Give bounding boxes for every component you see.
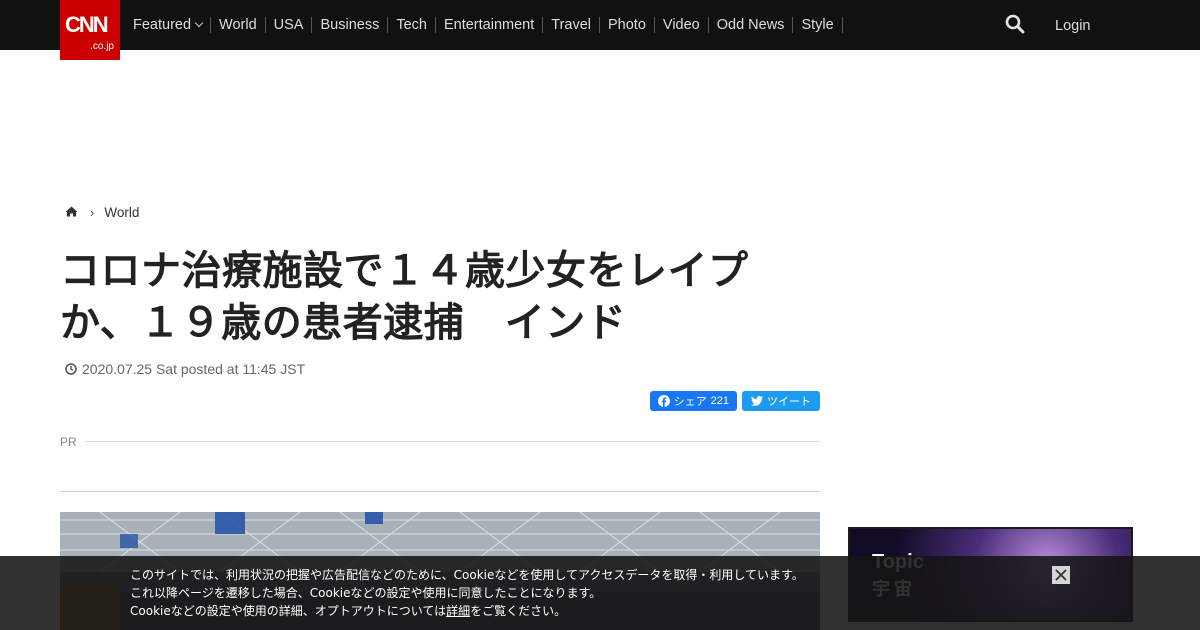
cookie-line-3: Cookieなどの設定や使用の詳細、オプトアウトについては詳細をご覧ください。 <box>130 602 804 620</box>
twitter-share-label: ツイート <box>767 396 811 408</box>
nav-travel-label: Travel <box>551 17 591 33</box>
clock-icon <box>65 363 77 375</box>
nav-featured[interactable]: Featured <box>125 17 212 33</box>
nav-business[interactable]: Business <box>312 17 389 33</box>
nav-odd-news-label: Odd News <box>716 17 785 33</box>
nav-style-label: Style <box>801 17 834 33</box>
nav-featured-label: Featured <box>133 17 192 33</box>
breadcrumb-section[interactable]: World <box>104 205 139 220</box>
publish-date-text: 2020.07.25 Sat posted at 11:45 JST <box>82 361 306 377</box>
nav-business-label: Business <box>320 17 380 33</box>
home-icon[interactable] <box>65 205 78 220</box>
facebook-share-label: シェア <box>673 396 707 408</box>
facebook-share-button[interactable]: シェア 221 <box>649 391 737 411</box>
cookie-consent-banner: このサイトでは、利用状況の把握や広告配信などのために、Cookieなどを使用して… <box>0 556 1200 630</box>
cookie-line-1: このサイトでは、利用状況の把握や広告配信などのために、Cookieなどを使用して… <box>130 568 804 582</box>
nav-video[interactable]: Video <box>655 17 709 33</box>
cookie-line-3-end: をご覧ください。 <box>470 604 567 618</box>
facebook-icon <box>657 395 670 407</box>
cookie-text: このサイトでは、利用状況の把握や広告配信などのために、Cookieなどを使用して… <box>130 566 804 620</box>
nav-travel[interactable]: Travel <box>543 17 600 33</box>
chevron-down-icon <box>194 18 204 28</box>
search-icon <box>1005 14 1025 34</box>
facebook-share-count: 221 <box>710 395 729 407</box>
article-title: コロナ治療施設で１４歳少女をレイプ か、１９歳の患者逮捕 インド <box>60 245 780 349</box>
publish-date: 2020.07.25 Sat posted at 11:45 JST <box>65 361 305 377</box>
nav-usa-label: USA <box>273 17 304 33</box>
main-nav: Featured World USA Business Tech Enterta… <box>125 0 843 50</box>
cookie-line-3-start: Cookieなどの設定や使用の詳細、オプトアウトについては <box>130 604 447 618</box>
top-navigation-bar: CNN .co.jp Featured World USA Business T… <box>0 0 1200 60</box>
title-line-2: か、１９歳の患者逮捕 インド <box>60 300 627 346</box>
chevron-right-icon: › <box>90 205 95 220</box>
nav-video-label: Video <box>662 17 700 33</box>
nav-entertainment-label: Entertainment <box>443 17 535 33</box>
nav-usa[interactable]: USA <box>266 17 313 33</box>
close-icon <box>1055 569 1067 581</box>
section-divider <box>60 491 820 492</box>
nav-entertainment[interactable]: Entertainment <box>436 17 544 33</box>
share-buttons: シェア 221 ツイート <box>649 391 820 411</box>
nav-style[interactable]: Style <box>793 17 843 33</box>
twitter-icon <box>751 396 763 406</box>
logo-domain: .co.jp <box>90 41 114 52</box>
twitter-share-button[interactable]: ツイート <box>742 391 820 411</box>
nav-tech[interactable]: Tech <box>388 17 436 33</box>
nav-photo-label: Photo <box>608 17 646 33</box>
nav-odd-news[interactable]: Odd News <box>709 17 794 33</box>
nav-world[interactable]: World <box>211 17 266 33</box>
title-line-1: コロナ治療施設で１４歳少女をレイプ <box>60 248 749 294</box>
logo-text: CNN <box>65 12 109 37</box>
pr-divider <box>85 441 820 442</box>
nav-tech-label: Tech <box>396 17 427 33</box>
cnn-logo[interactable]: CNN .co.jp <box>60 0 120 60</box>
login-link[interactable]: Login <box>1055 18 1090 34</box>
cookie-line-2: これ以降ページを遷移した場合、Cookieなどの設定や使用に同意したことになりま… <box>130 586 602 600</box>
cookie-close-button[interactable] <box>1052 566 1070 584</box>
nav-world-label: World <box>219 17 257 33</box>
nav-photo[interactable]: Photo <box>600 17 655 33</box>
breadcrumb: › World <box>65 205 139 220</box>
pr-label: PR <box>60 435 77 449</box>
cookie-details-link[interactable]: 詳細 <box>446 604 470 618</box>
search-button[interactable] <box>1005 14 1027 36</box>
